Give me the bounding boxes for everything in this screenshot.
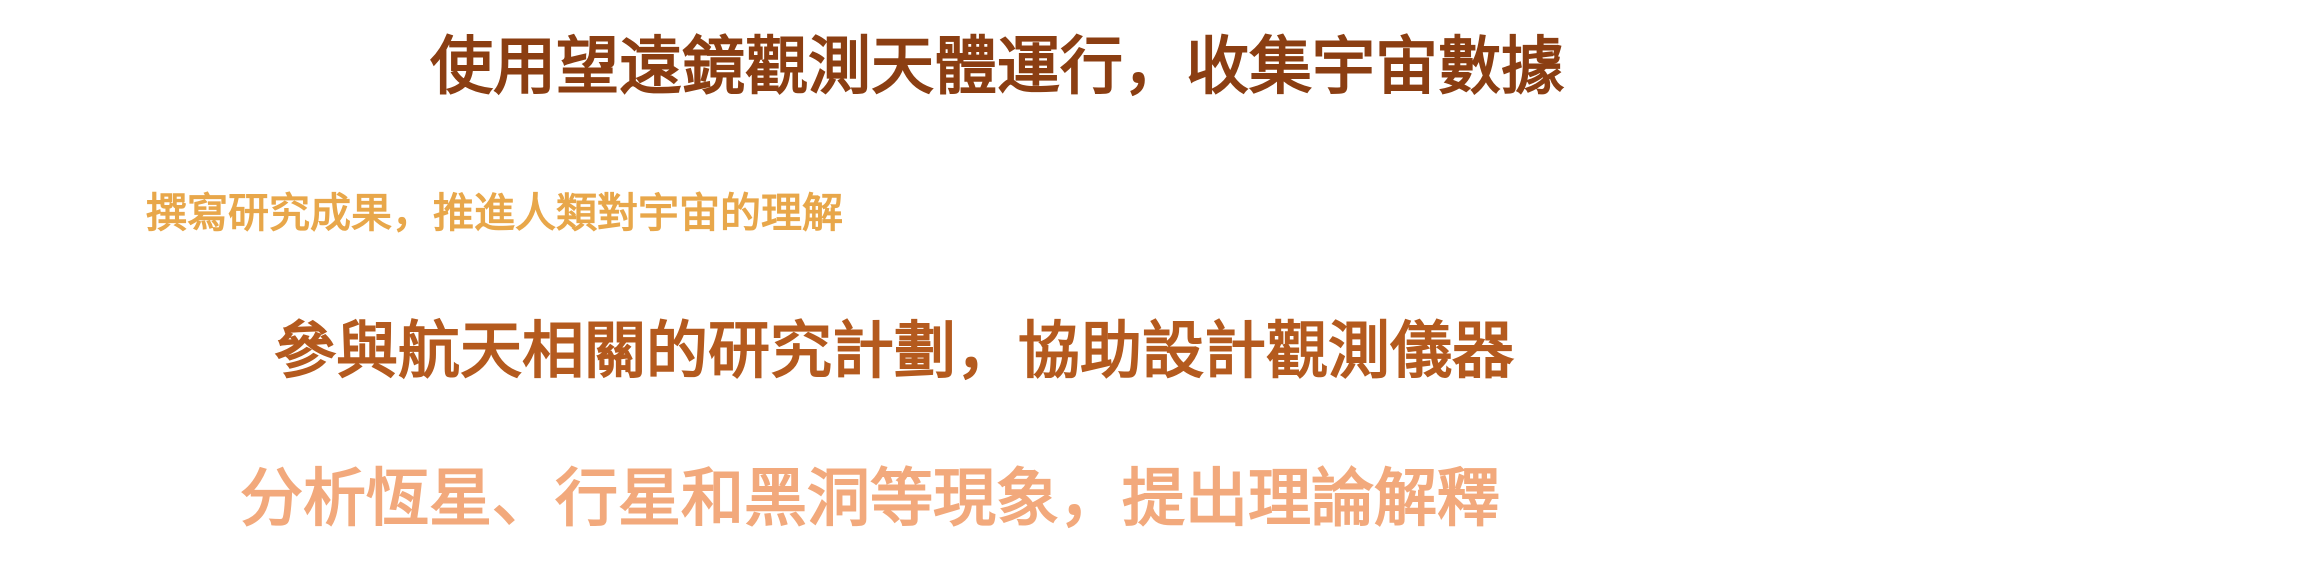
line-aerospace-projects: 參與航天相關的研究計劃，協助設計觀測儀器	[274, 314, 1515, 387]
text-canvas: 使用望遠鏡觀測天體運行，收集宇宙數據 撰寫研究成果，推進人類對宇宙的理解 參與航…	[0, 0, 2310, 586]
line-observe-telescope: 使用望遠鏡觀測天體運行，收集宇宙數據	[430, 30, 1564, 103]
line-analyze-phenomena: 分析恆星、行星和黑洞等現象，提出理論解釋	[240, 462, 1500, 535]
line-write-research: 撰寫研究成果，推進人類對宇宙的理解	[146, 189, 843, 237]
